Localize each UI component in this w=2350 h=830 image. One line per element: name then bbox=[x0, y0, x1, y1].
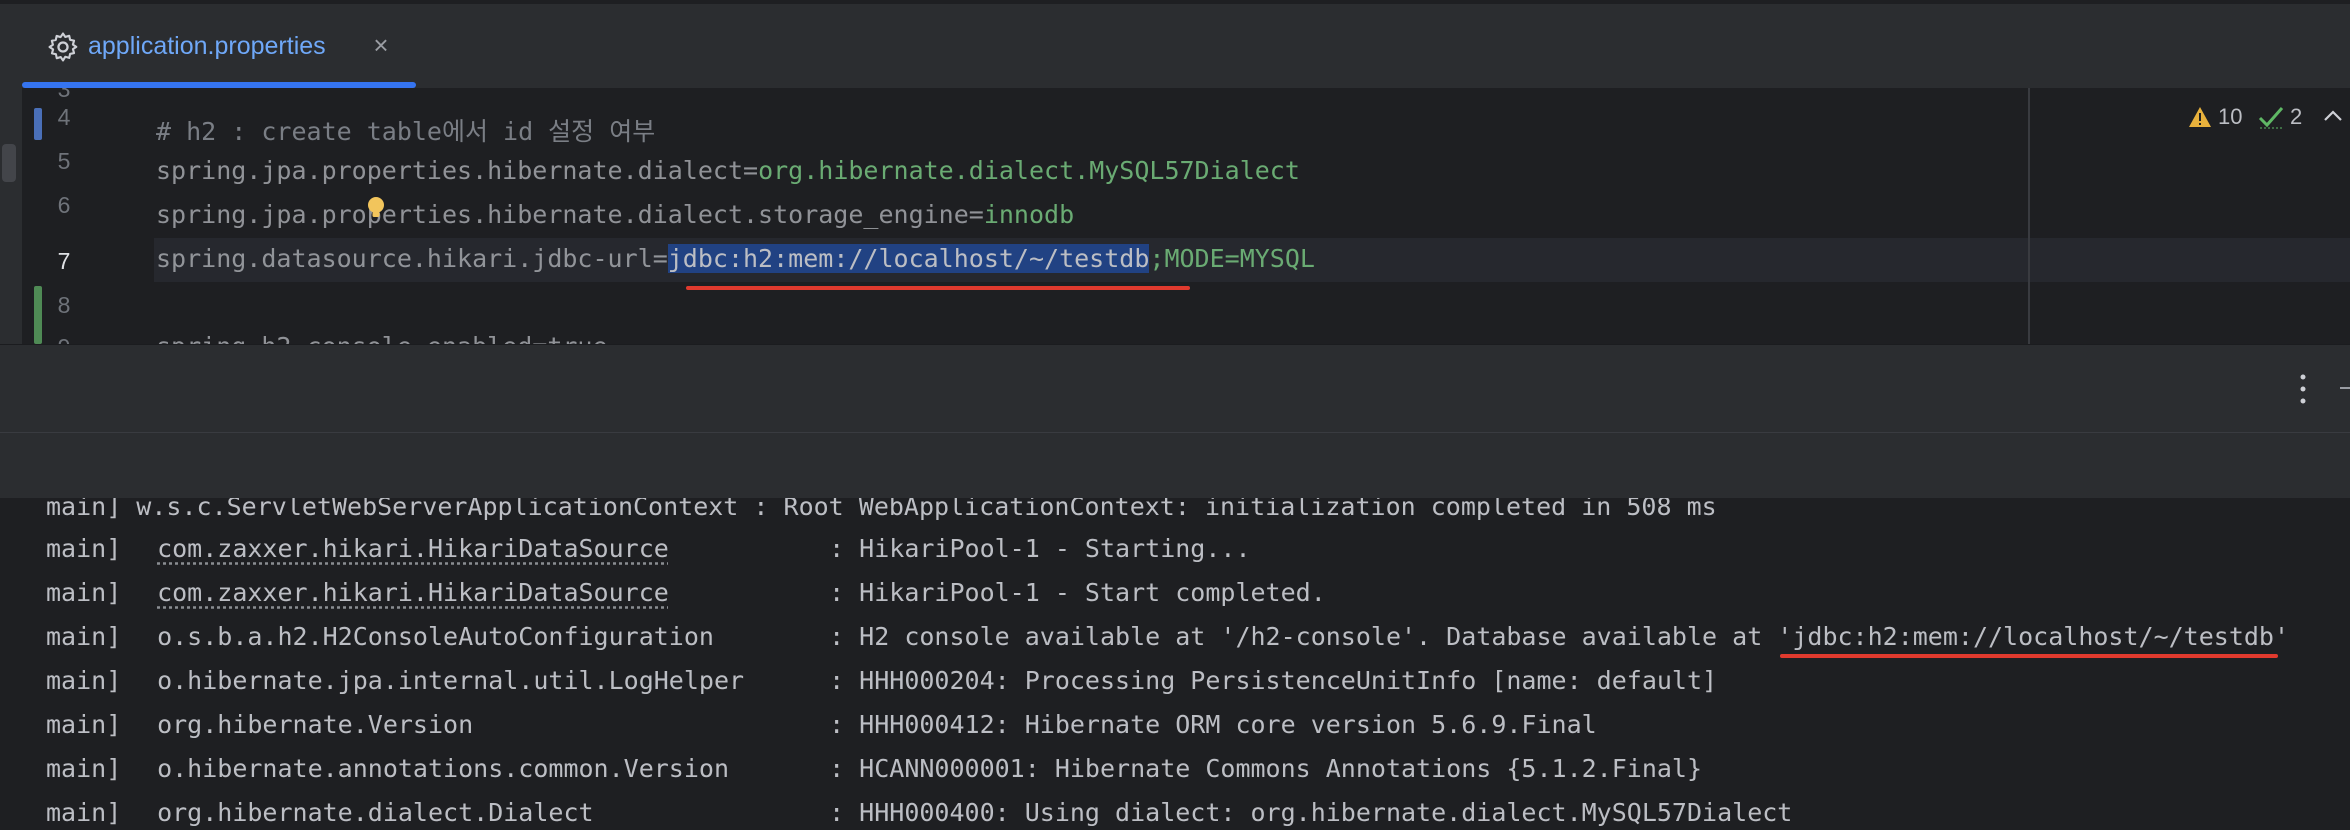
log-message: : HHH000412: Hibernate ORM core version … bbox=[829, 710, 1597, 739]
tab-file-name: application.properties bbox=[88, 32, 326, 60]
tab-application-properties[interactable]: application.properties × bbox=[22, 4, 416, 88]
code-line: spring.jpa.properties.hibernate.dialect.… bbox=[156, 200, 1074, 229]
line-number: 4 bbox=[57, 104, 71, 130]
chevron-up-icon[interactable] bbox=[2322, 108, 2344, 124]
log-message: : HHH000400: Using dialect: org.hibernat… bbox=[829, 798, 1793, 827]
log-line: main] o.s.b.a.h2.H2ConsoleAutoConfigurat… bbox=[46, 622, 2289, 651]
modified-line-marker bbox=[34, 108, 42, 140]
log-line: main] w.s.c.ServletWebServerApplicationC… bbox=[46, 498, 1717, 521]
log-logger: com.zaxxer.hikari.HikariDataSource bbox=[157, 578, 669, 607]
log-line: main] com.zaxxer.hikari.HikariDataSource… bbox=[46, 578, 1326, 607]
code-line-current: spring.datasource.hikari.jdbc-url=jdbc:h… bbox=[156, 244, 1315, 273]
property-value: innodb bbox=[983, 200, 1075, 229]
editor-left-edge bbox=[0, 88, 22, 344]
log-thread: main] bbox=[46, 666, 122, 695]
log-message: : HHH000204: Processing PersistenceUnitI… bbox=[829, 666, 1718, 695]
line-number: 8 bbox=[57, 292, 71, 318]
added-line-marker bbox=[34, 286, 42, 344]
log-logger: o.hibernate.annotations.common.Version bbox=[157, 754, 730, 783]
editor-scroll-thumb[interactable] bbox=[2, 144, 16, 182]
line-number: 9 bbox=[44, 334, 84, 344]
log-thread: main] bbox=[46, 754, 122, 783]
minimize-icon[interactable] bbox=[2340, 387, 2350, 389]
code-line: spring.h2.console.enabled=true bbox=[156, 332, 608, 344]
log-message: : HCANN000001: Hibernate Commons Annotat… bbox=[829, 754, 1703, 783]
log-thread: main] bbox=[46, 534, 122, 563]
close-tab-icon[interactable]: × bbox=[368, 32, 394, 58]
log-logger: org.hibernate.dialect.Dialect bbox=[157, 798, 594, 827]
log-message: : HikariPool-1 - Start completed. bbox=[829, 578, 1326, 607]
log-line: main] o.hibernate.annotations.common.Ver… bbox=[46, 754, 1702, 783]
log-line: main] org.hibernate.Version : HHH000412: … bbox=[46, 710, 1597, 739]
property-key: spring.jpa.properties.hibernate.dialect.… bbox=[156, 200, 984, 229]
log-thread: main] bbox=[46, 622, 122, 651]
warnings-indicator[interactable]: 10 bbox=[2188, 102, 2242, 132]
log-thread: main] bbox=[46, 798, 122, 827]
log-line: main] com.zaxxer.hikari.HikariDataSource… bbox=[46, 534, 1251, 563]
code-line: spring.jpa.properties.hibernate.dialect=… bbox=[156, 156, 1300, 185]
property-key: spring.datasource.hikari.jdbc-url= bbox=[156, 244, 668, 273]
run-tool-window-header bbox=[0, 344, 2350, 433]
log-message: : H2 console available at '/h2-console'.… bbox=[829, 622, 2290, 651]
log-message: : HikariPool-1 - Starting... bbox=[829, 534, 1251, 563]
warning-icon bbox=[2189, 107, 2211, 127]
code-line-comment: # h2 : create table에서 id 설정 여부 bbox=[156, 117, 656, 146]
passed-count: 2 bbox=[2290, 104, 2303, 129]
log-line: main] org.hibernate.dialect.Dialect : HHH… bbox=[46, 798, 1792, 827]
run-tool-window-toolbar bbox=[0, 432, 2350, 499]
log-logger: com.zaxxer.hikari.HikariDataSource bbox=[157, 534, 669, 563]
line-number: 6 bbox=[57, 192, 71, 218]
property-value: ;MODE=MYSQL bbox=[1149, 244, 1315, 273]
gear-icon bbox=[48, 32, 78, 62]
lightbulb-icon[interactable] bbox=[366, 196, 386, 220]
log-thread: main] bbox=[46, 710, 122, 739]
editor-tab-bar: application.properties × bbox=[0, 0, 2350, 88]
log-logger: o.s.b.a.h2.H2ConsoleAutoConfiguration bbox=[157, 622, 714, 651]
line-number-current: 7 bbox=[57, 248, 71, 274]
code-editor[interactable]: 3 4 5 6 7 8 9 # h2 : create table에서 id 설… bbox=[0, 88, 2350, 344]
property-value: org.hibernate.dialect.MySQL57Dialect bbox=[758, 156, 1300, 185]
log-logger: org.hibernate.Version bbox=[157, 710, 474, 739]
passed-indicator[interactable]: 2 bbox=[2258, 102, 2302, 132]
check-icon bbox=[2258, 107, 2284, 129]
line-number: 5 bbox=[57, 148, 71, 174]
log-thread: main] bbox=[46, 578, 122, 607]
warnings-count: 10 bbox=[2218, 104, 2243, 129]
console-output[interactable]: main] w.s.c.ServletWebServerApplicationC… bbox=[0, 498, 2350, 830]
log-logger: o.hibernate.jpa.internal.util.LogHelper bbox=[157, 666, 745, 695]
property-key: spring.jpa.properties.hibernate.dialect= bbox=[156, 156, 759, 185]
right-margin-guide bbox=[2028, 88, 2030, 344]
annotation-underline bbox=[1780, 654, 2278, 658]
annotation-underline bbox=[686, 286, 1190, 290]
more-options-icon[interactable] bbox=[2294, 369, 2312, 409]
selected-jdbc-url: jdbc:h2:mem://localhost/~/testdb bbox=[667, 244, 1150, 273]
line-number: 3 bbox=[57, 88, 71, 102]
log-line: main] o.hibernate.jpa.internal.util.LogH… bbox=[46, 666, 1717, 695]
